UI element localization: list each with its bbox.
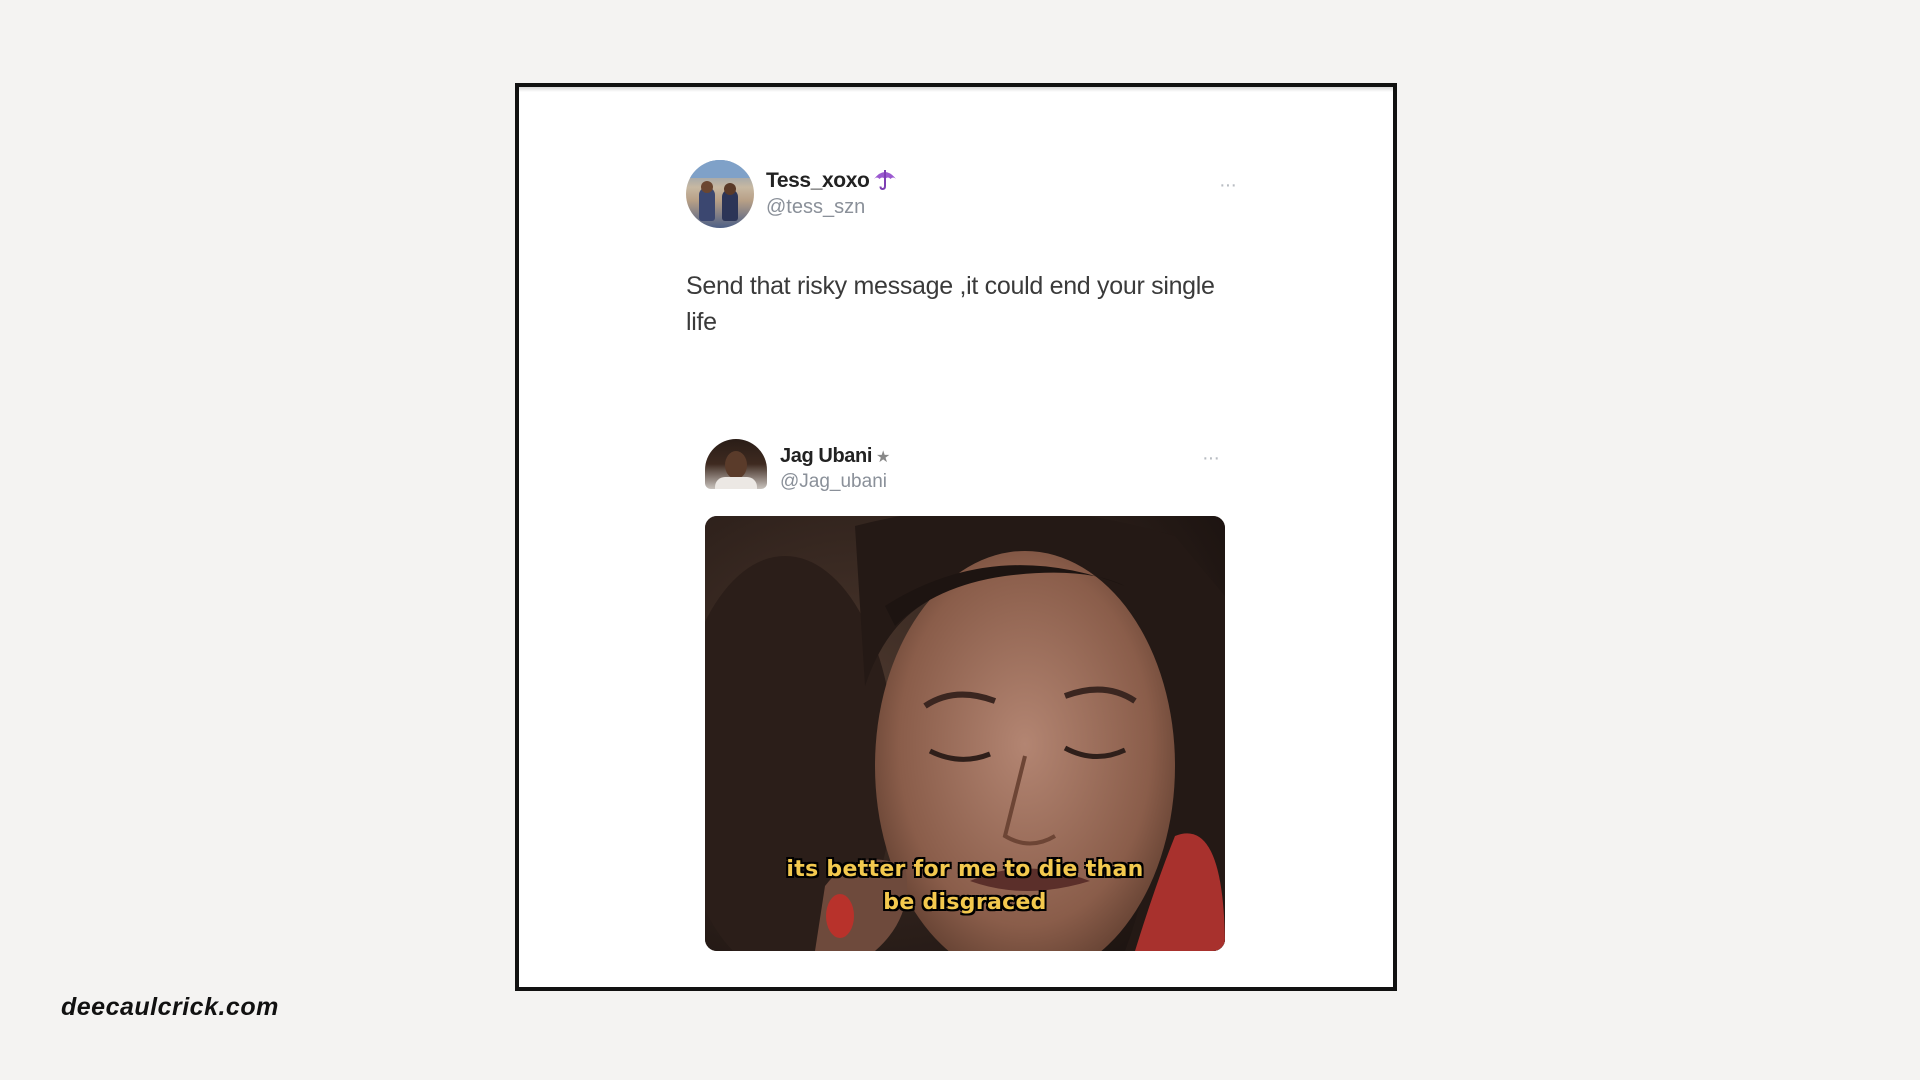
media-caption: its better for me to die than be disgrac… (705, 853, 1225, 919)
display-name-text: Tess_xoxo (766, 169, 870, 192)
caption-line: its better for me to die than (786, 857, 1144, 882)
display-name[interactable]: Tess_xoxo (766, 168, 898, 193)
card-top-shade (519, 87, 1393, 92)
handle[interactable]: @Jag_ubani (780, 471, 887, 493)
caption-line: be disgraced (883, 890, 1047, 915)
umbrella-icon (872, 168, 898, 191)
watermark: deecaulcrick.com (61, 993, 279, 1021)
more-options-icon[interactable]: ··· (1202, 447, 1220, 470)
avatar[interactable] (705, 439, 767, 489)
display-name[interactable]: Jag Ubani ★ (780, 445, 890, 468)
screenshot-card: Tess_xoxo @tess_szn ··· Send that risky … (515, 83, 1397, 991)
display-name-text: Jag Ubani (780, 445, 872, 467)
star-icon: ★ (875, 449, 890, 466)
avatar[interactable] (686, 160, 754, 228)
tweet-media[interactable]: its better for me to die than be disgrac… (705, 516, 1225, 951)
more-options-icon[interactable]: ··· (1219, 174, 1237, 197)
tweet-text: Send that risky message ,it could end yo… (686, 272, 1215, 336)
handle[interactable]: @tess_szn (766, 196, 865, 219)
page: Tess_xoxo @tess_szn ··· Send that risky … (0, 0, 1920, 1080)
